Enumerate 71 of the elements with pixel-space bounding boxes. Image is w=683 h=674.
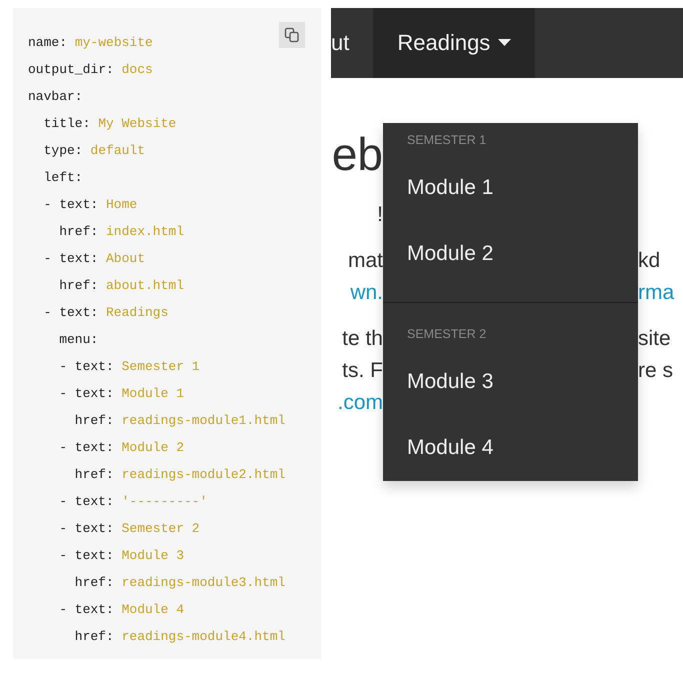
yaml-value: my-website (74, 35, 153, 50)
list-marker: - (44, 304, 52, 322)
yaml-key: text: (59, 305, 98, 320)
list-marker: - (59, 493, 68, 511)
yaml-key: left: (44, 170, 83, 185)
yaml-key: href: (74, 629, 114, 644)
yaml-key: menu: (59, 332, 98, 347)
yaml-value: about.html (105, 278, 184, 293)
yaml-value: '---------' (120, 494, 208, 509)
list-marker: - (59, 439, 68, 457)
yaml-key: text: (74, 440, 114, 455)
list-marker: - (44, 250, 52, 268)
list-marker: - (59, 520, 68, 538)
yaml-key: href: (74, 575, 114, 590)
yaml-value: docs (120, 62, 153, 77)
nav-link[interactable]: ut (331, 8, 374, 78)
yaml-value: About (105, 251, 146, 266)
yaml-value: readings-module2.html (120, 467, 286, 482)
menu-header: SEMESTER 1 (406, 132, 486, 149)
yaml-key: text: (74, 602, 114, 617)
yaml-key: text: (74, 359, 114, 374)
yaml-value: default (89, 143, 146, 158)
page-heading: eb (332, 127, 383, 182)
yaml-key: text: (59, 251, 98, 266)
yaml-value: index.html (105, 224, 184, 239)
yaml-value: Module 3 (120, 548, 184, 563)
menu-header: SEMESTER 2 (406, 326, 486, 343)
page-text: ! (377, 202, 383, 228)
yaml-key: href: (59, 278, 98, 293)
menu-item[interactable]: Module 2 (383, 221, 638, 287)
page-text: ts. F (342, 358, 383, 384)
page-text: kd (638, 248, 660, 274)
yaml-key: text: (59, 197, 98, 212)
yaml-value: Semester 1 (120, 359, 200, 374)
list-marker: - (59, 601, 68, 619)
yaml-key: text: (74, 386, 114, 401)
yaml-key: href: (74, 467, 114, 482)
yaml-key: text: (74, 521, 114, 536)
yaml-value: Module 4 (120, 602, 184, 617)
page-text: site (638, 326, 671, 352)
yaml-value: Home (105, 197, 138, 212)
yaml-value: readings-module1.html (120, 413, 286, 428)
yaml-value: readings-module3.html (120, 575, 286, 590)
yaml-key: type: (44, 143, 83, 158)
menu-item[interactable]: Module 3 (383, 349, 638, 415)
yaml-value: Readings (105, 305, 168, 320)
yaml-value: readings-module4.html (120, 629, 286, 644)
yaml-value: Module 1 (120, 386, 184, 401)
yaml-value: Module 2 (120, 440, 184, 455)
nav-link[interactable]: Readings (373, 8, 536, 78)
yaml-key: name: (28, 35, 68, 50)
page-text: te th (342, 326, 383, 352)
list-marker: - (59, 547, 68, 565)
yaml-key: href: (74, 413, 114, 428)
yaml-value: Semester 2 (120, 521, 200, 536)
copy-icon (284, 27, 300, 43)
menu-item[interactable]: Module 4 (383, 415, 638, 481)
yaml-key: href: (59, 224, 98, 239)
page-text: re s (638, 358, 674, 384)
page-text: mat (348, 248, 383, 274)
list-marker: - (44, 196, 52, 214)
yaml-key: title: (44, 116, 90, 131)
yaml-key: navbar: (28, 89, 83, 104)
yaml-key: output_dir: (28, 62, 114, 77)
copy-button[interactable] (279, 22, 305, 48)
yaml-key: text: (74, 548, 114, 563)
yaml-value: My Website (97, 116, 176, 131)
list-marker: - (59, 385, 68, 403)
yaml-key: text: (74, 494, 114, 509)
menu-item[interactable]: Module 1 (383, 155, 638, 221)
list-marker: - (59, 358, 68, 376)
